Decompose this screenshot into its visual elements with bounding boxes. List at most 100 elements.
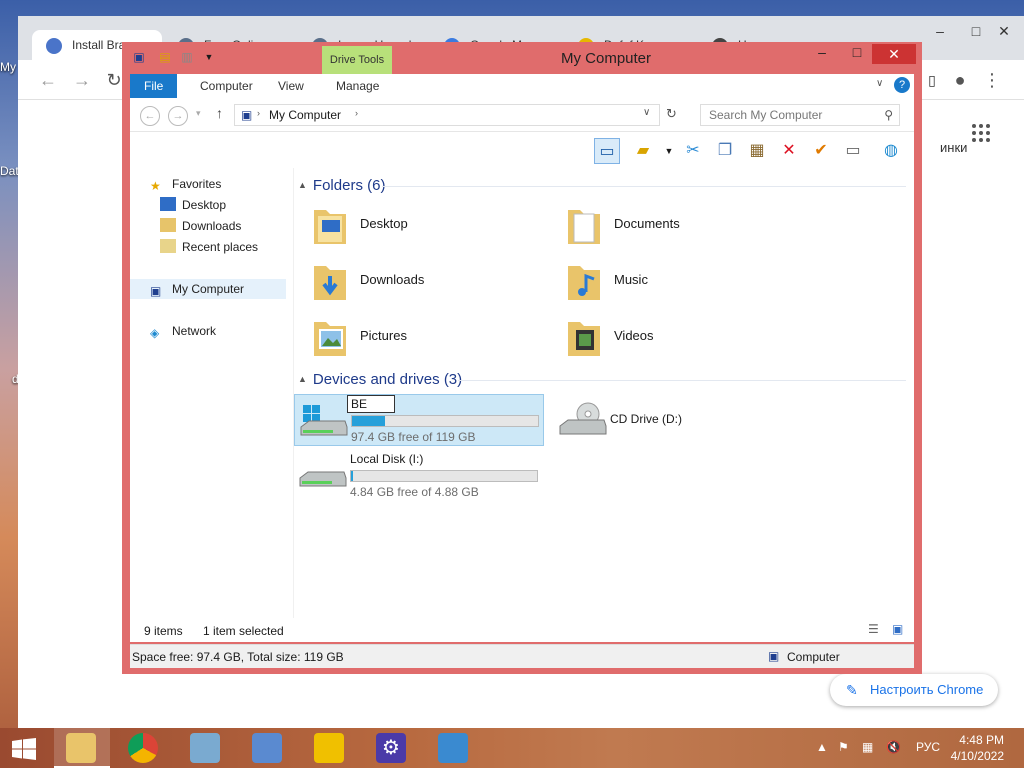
collapse-arrow-icon[interactable]: ▲ <box>298 180 307 190</box>
network-icon[interactable]: ▦ <box>862 740 873 754</box>
customize-chrome-button[interactable]: ✎ Настроить Chrome <box>830 674 998 706</box>
maximize-icon[interactable]: □ <box>842 42 872 64</box>
recent-locations-icon[interactable]: ▾ <box>196 108 201 119</box>
command-toolbar: ▭ ▰ ▼ ✂ ❐ ▦ ✕ ✔ ▭ ◍ <box>130 132 914 168</box>
folder-item[interactable]: Desktop <box>304 200 544 252</box>
taskbar-app4[interactable] <box>240 728 296 768</box>
up-arrow-icon[interactable]: ↑ <box>216 105 223 121</box>
checkmark-icon[interactable]: ✔ <box>808 138 834 164</box>
refresh-icon[interactable]: ↻ <box>666 106 677 122</box>
desktop-icon-label[interactable]: Dat <box>0 164 19 178</box>
back-icon[interactable]: ← <box>36 68 60 92</box>
nav-network[interactable]: ◈ Network <box>150 321 216 341</box>
chevron-down-icon[interactable]: ▼ <box>656 138 682 164</box>
preview-pane-icon[interactable]: ▭ <box>594 138 620 164</box>
network-icon: ◈ <box>150 326 160 340</box>
rename-input[interactable]: BE <box>347 395 395 413</box>
group-divider <box>458 380 906 381</box>
nav-desktop[interactable]: Desktop <box>160 195 226 215</box>
file-list: ▲ Folders (6) Desktop Documents Downloads… <box>294 168 914 618</box>
desktop-icon-label[interactable]: My <box>0 60 16 74</box>
drive-name: CD Drive (D:) <box>610 412 682 426</box>
space-info: Space free: 97.4 GB, Total size: 119 GB <box>132 650 344 664</box>
rename-icon[interactable]: ▭ <box>840 138 866 164</box>
taskbar-app3[interactable] <box>178 728 234 768</box>
search-input[interactable]: Search My Computer ⚲ <box>700 104 900 126</box>
taskbar-app5[interactable] <box>302 728 358 768</box>
documents-folder-icon <box>568 210 600 244</box>
keyboard-icon <box>252 733 282 763</box>
close-icon[interactable]: ✕ <box>872 44 916 64</box>
search-icon[interactable]: ⚲ <box>884 108 893 122</box>
apps-grid-icon[interactable] <box>972 124 992 144</box>
tab-file[interactable]: File <box>130 74 178 98</box>
tab-manage[interactable]: Manage <box>322 74 393 98</box>
install-icon <box>46 38 62 54</box>
back-icon[interactable]: ← <box>140 106 160 126</box>
taskbar-app7[interactable] <box>426 728 482 768</box>
start-button[interactable] <box>0 728 48 768</box>
location-label: Computer <box>787 650 840 664</box>
nav-mycomputer[interactable]: ▣ My Computer <box>130 279 286 299</box>
tab-computer[interactable]: Computer <box>186 74 267 98</box>
language-indicator[interactable]: РУС <box>916 740 940 754</box>
details-view-icon[interactable]: ☰ <box>868 622 879 636</box>
paste-icon[interactable]: ▦ <box>744 138 770 164</box>
drive-item-d[interactable]: CD Drive (D:) <box>554 394 804 446</box>
nav-downloads[interactable]: Downloads <box>160 216 241 236</box>
nav-label: Desktop <box>182 198 227 212</box>
help-icon[interactable]: ? <box>894 77 910 93</box>
taskbar-settings[interactable]: ⚙ <box>364 728 420 768</box>
clock[interactable]: 4:48 PM 4/10/2022 <box>951 732 1004 764</box>
folder-item[interactable]: Pictures <box>304 312 544 364</box>
taskbar-explorer[interactable] <box>54 728 110 768</box>
chevron-right-icon[interactable]: › <box>257 108 260 118</box>
tab-view[interactable]: View <box>264 74 318 98</box>
taskbar-chrome[interactable] <box>116 728 172 768</box>
show-hidden-icons-icon[interactable]: ▲ <box>816 740 828 754</box>
group-header-drives[interactable]: ▲ Devices and drives (3) <box>298 368 462 390</box>
delete-icon[interactable]: ✕ <box>776 138 802 164</box>
flag-icon[interactable]: ⚑ <box>838 740 849 754</box>
globe-icon[interactable]: ◍ <box>878 138 904 164</box>
pencil-icon: ✎ <box>846 682 858 698</box>
address-bar[interactable]: ▣ › My Computer › ∨ <box>234 104 660 126</box>
forward-icon[interactable]: → <box>168 106 188 126</box>
folder-item[interactable]: Music <box>558 256 798 308</box>
address-crumb[interactable]: My Computer <box>269 108 341 122</box>
large-icons-view-icon[interactable]: ▣ <box>892 622 903 636</box>
downloads-folder-icon <box>314 266 346 300</box>
notepad-icon <box>190 733 220 763</box>
chevron-right-icon[interactable]: › <box>355 108 358 118</box>
minimize-icon[interactable]: – <box>922 16 958 46</box>
title-bar[interactable]: ▣ ▤ ▥ ▼ Drive Tools My Computer – □ ✕ <box>122 42 922 74</box>
windows-logo-icon <box>12 738 36 760</box>
profile-icon[interactable]: ● <box>948 68 972 92</box>
mascot-icon <box>314 733 344 763</box>
minimize-icon[interactable]: – <box>804 42 840 64</box>
folder-check-icon[interactable]: ▰ <box>630 138 656 164</box>
folder-label: Videos <box>614 328 654 343</box>
chevron-down-icon[interactable]: ∨ <box>643 107 650 118</box>
nav-favorites[interactable]: ★ Favorites <box>150 174 221 194</box>
folder-item[interactable]: Videos <box>558 312 798 364</box>
expand-ribbon-icon[interactable]: ∨ <box>876 78 883 89</box>
sidepanel-icon[interactable]: ▯ <box>920 68 944 92</box>
volume-mute-icon[interactable]: 🔇 <box>886 740 901 754</box>
nav-label: Network <box>172 324 217 338</box>
folder-item[interactable]: Downloads <box>304 256 544 308</box>
nav-recent[interactable]: Recent places <box>160 237 258 257</box>
local-disk-icon <box>299 471 347 487</box>
folder-label: Downloads <box>360 272 425 287</box>
collapse-arrow-icon[interactable]: ▲ <box>298 374 307 384</box>
copy-icon[interactable]: ❐ <box>712 138 738 164</box>
drive-item-i[interactable]: Local Disk (I:) 4.84 GB free of 4.88 GB <box>294 450 544 502</box>
drive-item-c[interactable]: BE 97.4 GB free of 119 GB <box>294 394 544 446</box>
forward-icon[interactable]: → <box>70 68 94 92</box>
taskbar: ⚙ ▲ ⚑ ▦ 🔇 РУС 4:48 PM 4/10/2022 <box>0 728 1024 768</box>
folder-item[interactable]: Documents <box>558 200 798 252</box>
cut-icon[interactable]: ✂ <box>680 138 706 164</box>
close-icon[interactable]: ✕ <box>986 16 1022 46</box>
menu-icon[interactable]: ⋮ <box>980 68 1004 92</box>
group-header-folders[interactable]: ▲ Folders (6) <box>298 174 385 196</box>
